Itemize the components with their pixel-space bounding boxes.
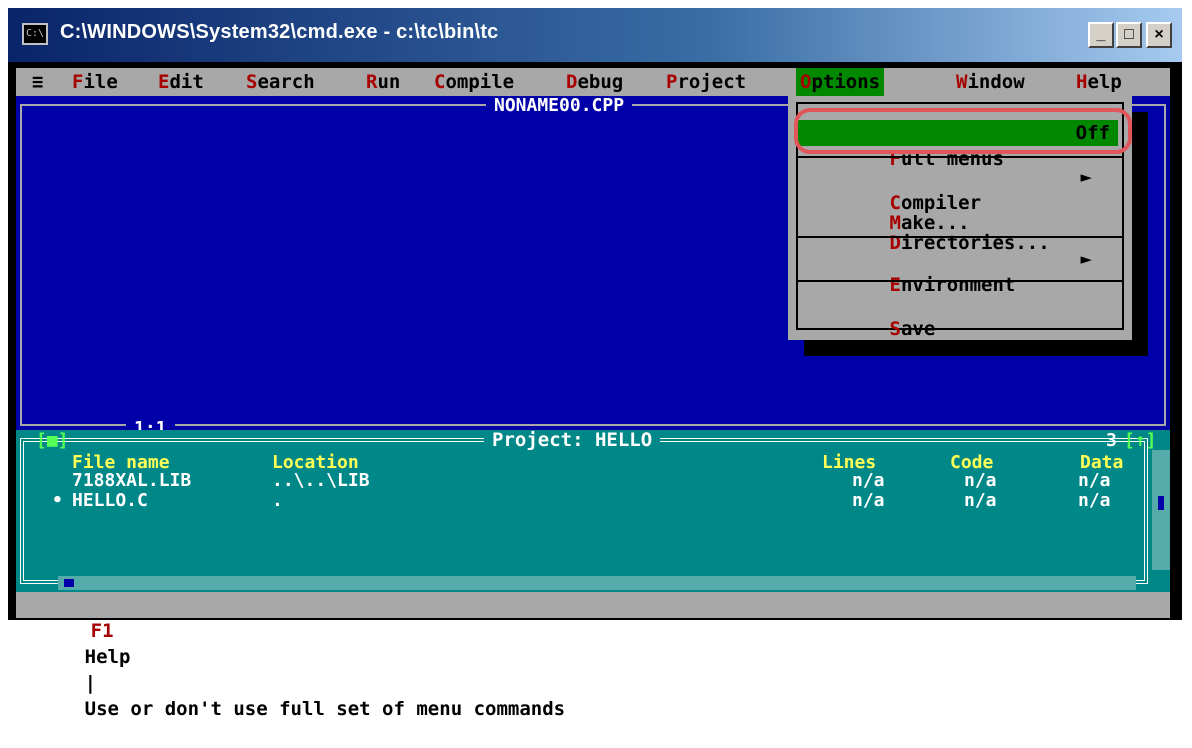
project-title: Project: HELLO <box>484 430 661 450</box>
menu-label: elp <box>1087 71 1122 93</box>
menu-bar: ≡ File Edit Search Run Compile Debug Pro… <box>16 68 1170 96</box>
menu-label: earch <box>257 71 315 93</box>
close-box-icon[interactable]: [■] <box>36 430 69 451</box>
menu-divider <box>796 236 1124 238</box>
status-bar: F1 Help | Use or don't use full set of m… <box>16 592 1170 720</box>
row-file: 7188XAL.LIB <box>72 470 192 491</box>
highlight-ring <box>794 108 1132 154</box>
zoom-box-icon[interactable]: [↑] <box>1124 430 1157 451</box>
status-message: Use or don't use full set of menu comman… <box>84 698 566 720</box>
row-marker: • <box>52 490 63 511</box>
menu-debug[interactable]: Debug <box>566 68 623 96</box>
menu-edit[interactable]: Edit <box>158 68 204 96</box>
row-data: n/a <box>1078 490 1111 511</box>
vertical-scrollbar[interactable] <box>1152 450 1170 570</box>
menu-divider <box>796 280 1124 282</box>
turbo-c-console: ≡ File Edit Search Run Compile Debug Pro… <box>16 68 1170 720</box>
menu-item-environment[interactable]: Environment ► <box>798 246 1118 296</box>
menu-file[interactable]: File <box>72 68 118 96</box>
horizontal-scrollbar[interactable] <box>58 576 1136 590</box>
menu-label: ile <box>83 71 118 93</box>
status-key[interactable]: F1 <box>91 620 114 642</box>
console-window: C:\ C:\WINDOWS\System32\cmd.exe - c:\tc\… <box>8 8 1182 720</box>
menu-item-save[interactable]: Save <box>798 290 1118 340</box>
menu-hotkey: W <box>956 71 968 93</box>
status-key-label: Help <box>84 646 131 668</box>
scroll-thumb[interactable] <box>64 579 74 587</box>
menu-run[interactable]: Run <box>366 68 400 96</box>
menu-hotkey: D <box>566 71 578 93</box>
menu-label: dit <box>169 71 204 93</box>
menu-hotkey: F <box>72 71 84 93</box>
menu-hotkey: P <box>666 71 678 93</box>
menu-label: un <box>377 71 401 93</box>
menu-hotkey: O <box>800 71 812 93</box>
status-separator: | <box>84 672 97 694</box>
menu-item-directories[interactable]: Directories... <box>798 204 1118 254</box>
console-icon[interactable]: C:\ <box>22 23 48 45</box>
menu-label: roject <box>677 71 747 93</box>
menu-compile[interactable]: Compile <box>434 68 514 96</box>
menu-hotkey: H <box>1076 71 1088 93</box>
row-code: n/a <box>964 470 997 491</box>
system-menu-icon[interactable]: ≡ <box>32 68 43 96</box>
row-location: . <box>272 490 283 511</box>
menu-search[interactable]: Search <box>246 68 315 96</box>
project-window[interactable]: [■] Project: HELLO 3 [↑] File name Locat… <box>16 430 1170 592</box>
minimize-button[interactable]: _ <box>1088 22 1114 48</box>
menu-label: ave <box>900 318 936 340</box>
menu-help[interactable]: Help <box>1076 68 1122 96</box>
menu-label: indow <box>967 71 1025 93</box>
menu-label: ptions <box>811 71 881 93</box>
maximize-button[interactable]: □ <box>1116 22 1142 48</box>
row-location: ..\..\LIB <box>272 470 370 491</box>
window-number: 3 <box>1106 430 1117 451</box>
row-file: HELLO.C <box>72 490 148 511</box>
menu-label: ebug <box>577 71 624 93</box>
row-code: n/a <box>964 490 997 511</box>
menu-project[interactable]: Project <box>666 68 746 96</box>
row-data: n/a <box>1078 470 1111 491</box>
title-bar[interactable]: C:\ C:\WINDOWS\System32\cmd.exe - c:\tc\… <box>8 8 1182 62</box>
menu-hotkey: S <box>246 71 258 93</box>
menu-hotkey: C <box>434 71 446 93</box>
scroll-thumb[interactable] <box>1158 496 1164 510</box>
menu-label: ompile <box>445 71 515 93</box>
menu-hotkey: R <box>366 71 378 93</box>
menu-options[interactable]: Options <box>796 68 885 96</box>
menu-divider <box>796 156 1124 158</box>
window-title: C:\WINDOWS\System32\cmd.exe - c:\tc\bin\… <box>60 21 499 43</box>
menu-hotkey: S <box>889 318 901 340</box>
close-button[interactable]: × <box>1146 22 1172 48</box>
row-lines: n/a <box>852 490 885 511</box>
menu-hotkey: E <box>158 71 170 93</box>
submenu-arrow-icon: ► <box>1080 248 1092 270</box>
row-lines: n/a <box>852 470 885 491</box>
editor-filename: NONAME00.CPP <box>486 96 633 116</box>
menu-window[interactable]: Window <box>956 68 1025 96</box>
